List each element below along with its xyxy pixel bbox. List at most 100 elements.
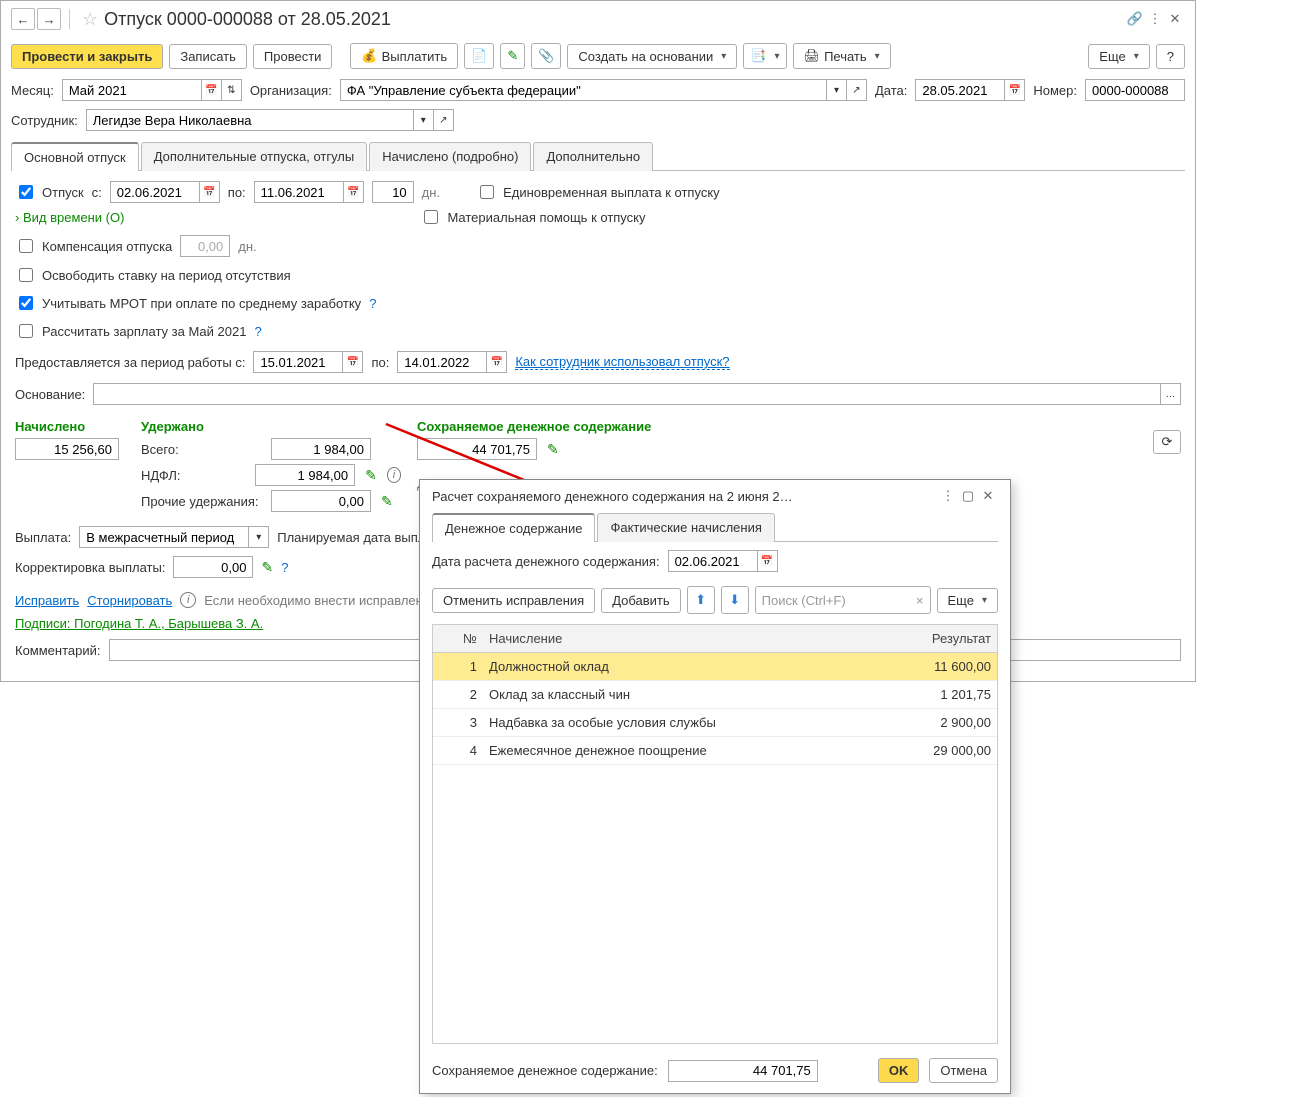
saved-allowance-value[interactable]	[417, 438, 537, 460]
table-row[interactable]: 2Оклад за классный чин1 201,75	[433, 681, 997, 709]
compensation-checkbox[interactable]: Компенсация отпуска	[15, 236, 172, 256]
fix-link[interactable]: Исправить	[15, 593, 79, 608]
calendar-icon[interactable]: 📅	[200, 181, 220, 203]
add-button[interactable]: Добавить	[601, 588, 680, 613]
org-label: Организация:	[250, 83, 332, 98]
org-input[interactable]	[340, 79, 827, 101]
vacation-from-input[interactable]	[110, 181, 200, 203]
correction-value[interactable]	[173, 556, 253, 578]
print-button[interactable]: 🖨 Печать	[793, 43, 891, 69]
pay-button[interactable]: 💰 Выплатить	[350, 43, 458, 69]
signatures-link[interactable]: Подписи: Погодина Т. А., Барышева З. А.	[15, 616, 263, 631]
recalc-checkbox[interactable]: Рассчитать зарплату за Май 2021	[15, 321, 246, 341]
create-based-button[interactable]: Создать на основании	[567, 44, 737, 69]
ok-button[interactable]: OK	[878, 1058, 920, 1083]
edit-doc-icon[interactable]: ✎	[500, 43, 525, 69]
tab-main-leave[interactable]: Основной отпуск	[11, 142, 139, 171]
tab-additional[interactable]: Дополнительно	[533, 142, 653, 171]
copy-button[interactable]: 📑	[743, 43, 786, 69]
kebab-icon[interactable]: ⋮	[1145, 11, 1165, 27]
help-button[interactable]: ?	[1156, 44, 1185, 69]
attach-icon[interactable]: 📎	[531, 43, 561, 69]
table-row[interactable]: 1Должностной оклад11 600,00	[433, 653, 997, 681]
info-icon[interactable]: i	[180, 592, 196, 608]
close-icon[interactable]: ✕	[1165, 11, 1185, 27]
sum-value[interactable]	[668, 1060, 818, 1082]
search-input[interactable]: Поиск (Ctrl+F)×	[755, 586, 931, 614]
calendar-icon[interactable]: 📅	[202, 79, 222, 101]
edit-icon[interactable]: ✎	[381, 493, 393, 510]
mrot-help-link[interactable]: ?	[369, 296, 376, 311]
calendar-icon[interactable]: 📅	[344, 181, 364, 203]
date-input[interactable]	[915, 79, 1005, 101]
work-from-input[interactable]	[253, 351, 343, 373]
clear-icon[interactable]: ×	[916, 593, 924, 608]
popup-more-button[interactable]: Еще	[937, 588, 998, 613]
emp-open-icon[interactable]: ↗	[434, 109, 454, 131]
material-help-checkbox[interactable]: Материальная помощь к отпуску	[420, 207, 645, 227]
tab-actual-accruals[interactable]: Фактические начисления	[597, 513, 774, 542]
total-withheld-value[interactable]	[271, 438, 371, 460]
tab-extra-leave[interactable]: Дополнительные отпуска, отгулы	[141, 142, 368, 171]
calc-date-input[interactable]	[668, 550, 758, 572]
vacation-checkbox[interactable]: Отпуск	[15, 182, 84, 202]
back-button[interactable]: ←	[11, 8, 35, 30]
move-down-button[interactable]: ⬇	[721, 586, 749, 614]
save-button[interactable]: Записать	[169, 44, 247, 69]
calendar-icon[interactable]: 📅	[758, 550, 778, 572]
emp-dropdown-icon[interactable]: ▾	[414, 109, 434, 131]
work-to-input[interactable]	[397, 351, 487, 373]
reverse-link[interactable]: Сторнировать	[87, 593, 172, 608]
edit-icon[interactable]: ✎	[261, 559, 273, 576]
more-button[interactable]: Еще	[1088, 44, 1149, 69]
usage-link[interactable]: Как сотрудник использовал отпуск?	[515, 354, 729, 370]
cancel-button[interactable]: Отмена	[929, 1058, 998, 1083]
forward-button[interactable]: →	[37, 8, 61, 30]
basis-input[interactable]	[93, 383, 1161, 405]
col-accrual: Начисление	[483, 625, 877, 653]
basis-more-icon[interactable]: …	[1161, 383, 1181, 405]
maximize-icon[interactable]: ▢	[958, 488, 978, 504]
mrot-checkbox[interactable]: Учитывать МРОТ при оплате по среднему за…	[15, 293, 361, 313]
org-dropdown-icon[interactable]: ▾	[827, 79, 847, 101]
release-position-checkbox[interactable]: Освободить ставку на период отсутствия	[15, 265, 291, 285]
table-row[interactable]: 4Ежемесячное денежное поощрение29 000,00	[433, 737, 997, 765]
vacation-days-input[interactable]	[372, 181, 414, 203]
employee-input[interactable]	[86, 109, 414, 131]
correction-help-link[interactable]: ?	[281, 560, 288, 575]
number-input[interactable]	[1085, 79, 1185, 101]
calendar-icon[interactable]: 📅	[1005, 79, 1025, 101]
accrual-table[interactable]: № Начисление Результат 1Должностной окла…	[432, 624, 998, 1044]
compensation-days-input[interactable]	[180, 235, 230, 257]
ndfl-value[interactable]	[255, 464, 355, 486]
tab-accrued[interactable]: Начислено (подробно)	[369, 142, 531, 171]
accrued-value[interactable]	[15, 438, 119, 460]
approve-button[interactable]: Провести	[253, 44, 333, 69]
move-up-button[interactable]: ⬆	[687, 586, 715, 614]
payout-select[interactable]	[79, 526, 249, 548]
edit-icon[interactable]: ✎	[365, 467, 377, 484]
link-icon[interactable]: 🔗	[1125, 11, 1145, 27]
month-input[interactable]	[62, 79, 202, 101]
calendar-icon[interactable]: 📅	[343, 351, 363, 373]
one-time-payment-checkbox[interactable]: Единовременная выплата к отпуску	[476, 182, 720, 202]
edit-icon[interactable]: ✎	[547, 441, 559, 458]
other-withheld-value[interactable]	[271, 490, 371, 512]
vacation-to-input[interactable]	[254, 181, 344, 203]
table-row[interactable]: 3Надбавка за особые условия службы2 900,…	[433, 709, 997, 737]
undo-button[interactable]: Отменить исправления	[432, 588, 595, 613]
recalc-help-link[interactable]: ?	[254, 324, 261, 339]
favorite-icon[interactable]: ☆	[82, 9, 98, 30]
org-open-icon[interactable]: ↗	[847, 79, 867, 101]
chevron-down-icon[interactable]: ▾	[249, 526, 269, 548]
doc-icon[interactable]: 📄	[464, 43, 494, 69]
info-icon[interactable]: i	[387, 467, 401, 483]
close-icon[interactable]: ✕	[978, 488, 998, 504]
refresh-button[interactable]: ⟳	[1153, 430, 1181, 454]
approve-close-button[interactable]: Провести и закрыть	[11, 44, 163, 69]
tab-allowance[interactable]: Денежное содержание	[432, 513, 595, 542]
calendar-icon[interactable]: 📅	[487, 351, 507, 373]
kebab-icon[interactable]: ⋮	[938, 488, 958, 504]
month-stepper[interactable]: ⇅	[222, 79, 242, 101]
time-type-link[interactable]: › Вид времени (О)	[15, 210, 124, 225]
